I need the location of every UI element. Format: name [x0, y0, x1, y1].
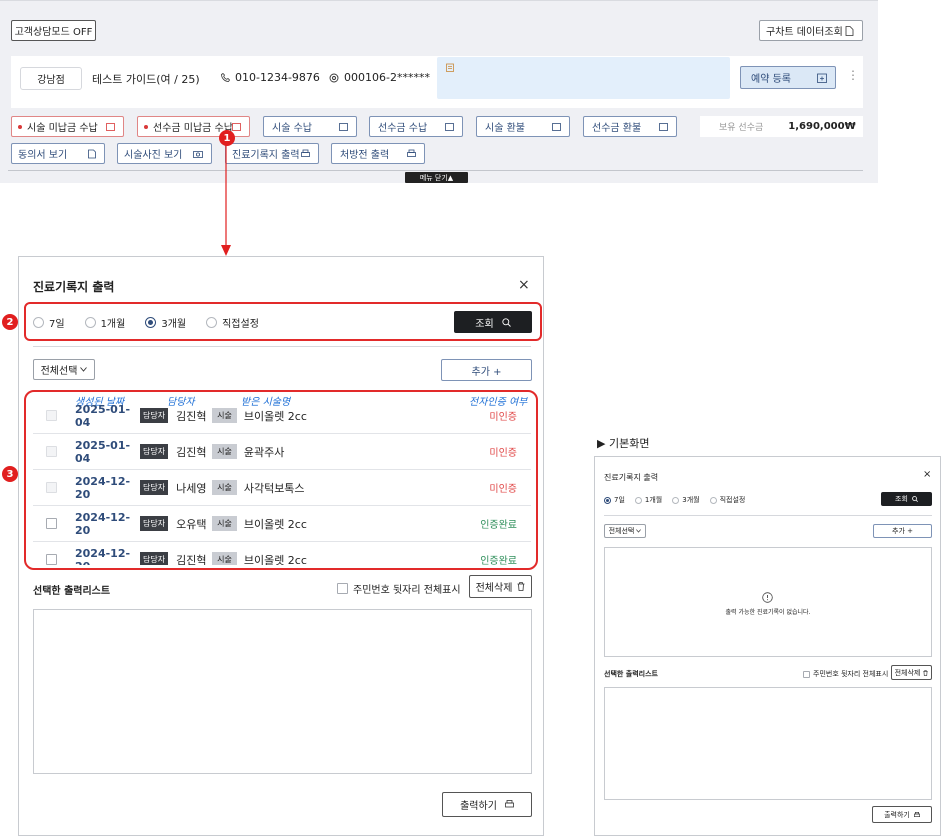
checkbox-icon	[803, 670, 810, 678]
callout-arrow	[0, 0, 943, 260]
radio-icon	[634, 496, 642, 504]
mini-period-7d-label: 7일	[614, 496, 625, 504]
delete-all-button[interactable]: 전체삭제	[469, 575, 532, 598]
mini-add-label: 추가 +	[892, 527, 913, 535]
add-label: 추가 +	[471, 366, 502, 378]
trash-icon	[923, 669, 929, 676]
mini-delete-all-label: 전체삭제	[894, 668, 921, 677]
mini-period-radio-group: 7일 1개월 3개월 직접설정	[604, 495, 745, 505]
mini-title: 진료기록지 출력	[604, 473, 659, 482]
mini-print-button[interactable]: 출력하기	[872, 806, 932, 823]
show-rrn-checkbox[interactable]: 주민번호 뒷자리 전체표시	[337, 581, 461, 596]
default-view-caption: ▶ 기본화면	[597, 437, 650, 450]
mini-record-list-empty: 출력 가능한 진료기록이 없습니다.	[604, 547, 932, 657]
selected-list-title: 선택한 출력리스트	[33, 586, 111, 597]
annotation-badge-3: 3	[2, 466, 18, 482]
radio-icon	[672, 496, 680, 504]
trash-icon	[517, 582, 525, 591]
delete-all-label: 전체삭제	[475, 583, 513, 594]
filter-divider	[33, 346, 531, 347]
mini-search-label: 조회	[895, 495, 908, 503]
mini-period-7d[interactable]: 7일	[604, 495, 625, 505]
highlight-period-filter	[24, 302, 542, 341]
mini-selected-list-title: 선택한 출력리스트	[604, 670, 658, 678]
search-icon	[912, 496, 918, 502]
show-rrn-label: 주민번호 뒷자리 전체표시	[353, 585, 461, 596]
radio-icon	[709, 496, 717, 504]
radio-selected-icon	[604, 496, 611, 504]
printer-icon	[913, 811, 920, 818]
chevron-down-icon	[636, 529, 642, 533]
badge-3-label: 3	[6, 468, 14, 480]
mini-add-button[interactable]: 추가 +	[873, 524, 932, 538]
close-icon[interactable]: ×	[518, 277, 530, 293]
mini-selected-list-box	[604, 687, 932, 800]
mini-period-3m-label: 3개월	[682, 496, 700, 504]
mini-select-all-dropdown[interactable]: 전체선택	[604, 524, 646, 538]
annotation-badge-2: 2	[2, 314, 18, 330]
highlight-record-list	[24, 390, 538, 570]
printer-icon	[505, 800, 514, 809]
default-view-modal: 진료기록지 출력 × 7일 1개월 3개월 직접설정 조회 전체선택 추가 + …	[594, 456, 941, 836]
mini-filter-divider	[604, 515, 932, 516]
annotation-badge-1: 1	[219, 130, 235, 146]
mini-delete-all-button[interactable]: 전체삭제	[891, 665, 932, 680]
chevron-down-icon	[80, 367, 88, 372]
modal-title: 진료기록지 출력	[33, 280, 115, 294]
mini-period-1m-label: 1개월	[644, 496, 663, 504]
mini-select-all-label: 전체선택	[608, 527, 635, 535]
mini-period-3m[interactable]: 3개월	[672, 495, 700, 505]
badge-2-label: 2	[6, 316, 14, 328]
mini-search-button[interactable]: 조회	[881, 492, 932, 506]
mini-show-rrn-checkbox[interactable]: 주민번호 뒷자리 전체표시	[803, 669, 888, 679]
print-label: 출력하기	[460, 801, 497, 812]
add-button[interactable]: 추가 +	[441, 359, 532, 381]
mini-period-custom[interactable]: 직접설정	[709, 495, 746, 505]
select-all-label: 전체선택	[40, 366, 78, 377]
selected-list-box	[33, 609, 532, 774]
mini-close-icon[interactable]: ×	[923, 469, 931, 480]
info-icon	[762, 592, 773, 603]
print-button[interactable]: 출력하기	[442, 792, 532, 817]
mini-show-rrn-label: 주민번호 뒷자리 전체표시	[813, 670, 889, 678]
select-all-dropdown[interactable]: 전체선택	[33, 359, 95, 380]
badge-1-label: 1	[223, 132, 231, 144]
mini-print-label: 출력하기	[884, 810, 910, 819]
checkbox-icon	[337, 583, 348, 594]
mini-period-custom-label: 직접설정	[719, 496, 746, 504]
mini-period-1m[interactable]: 1개월	[634, 495, 663, 505]
empty-message: 출력 가능한 진료기록이 없습니다.	[725, 609, 811, 616]
